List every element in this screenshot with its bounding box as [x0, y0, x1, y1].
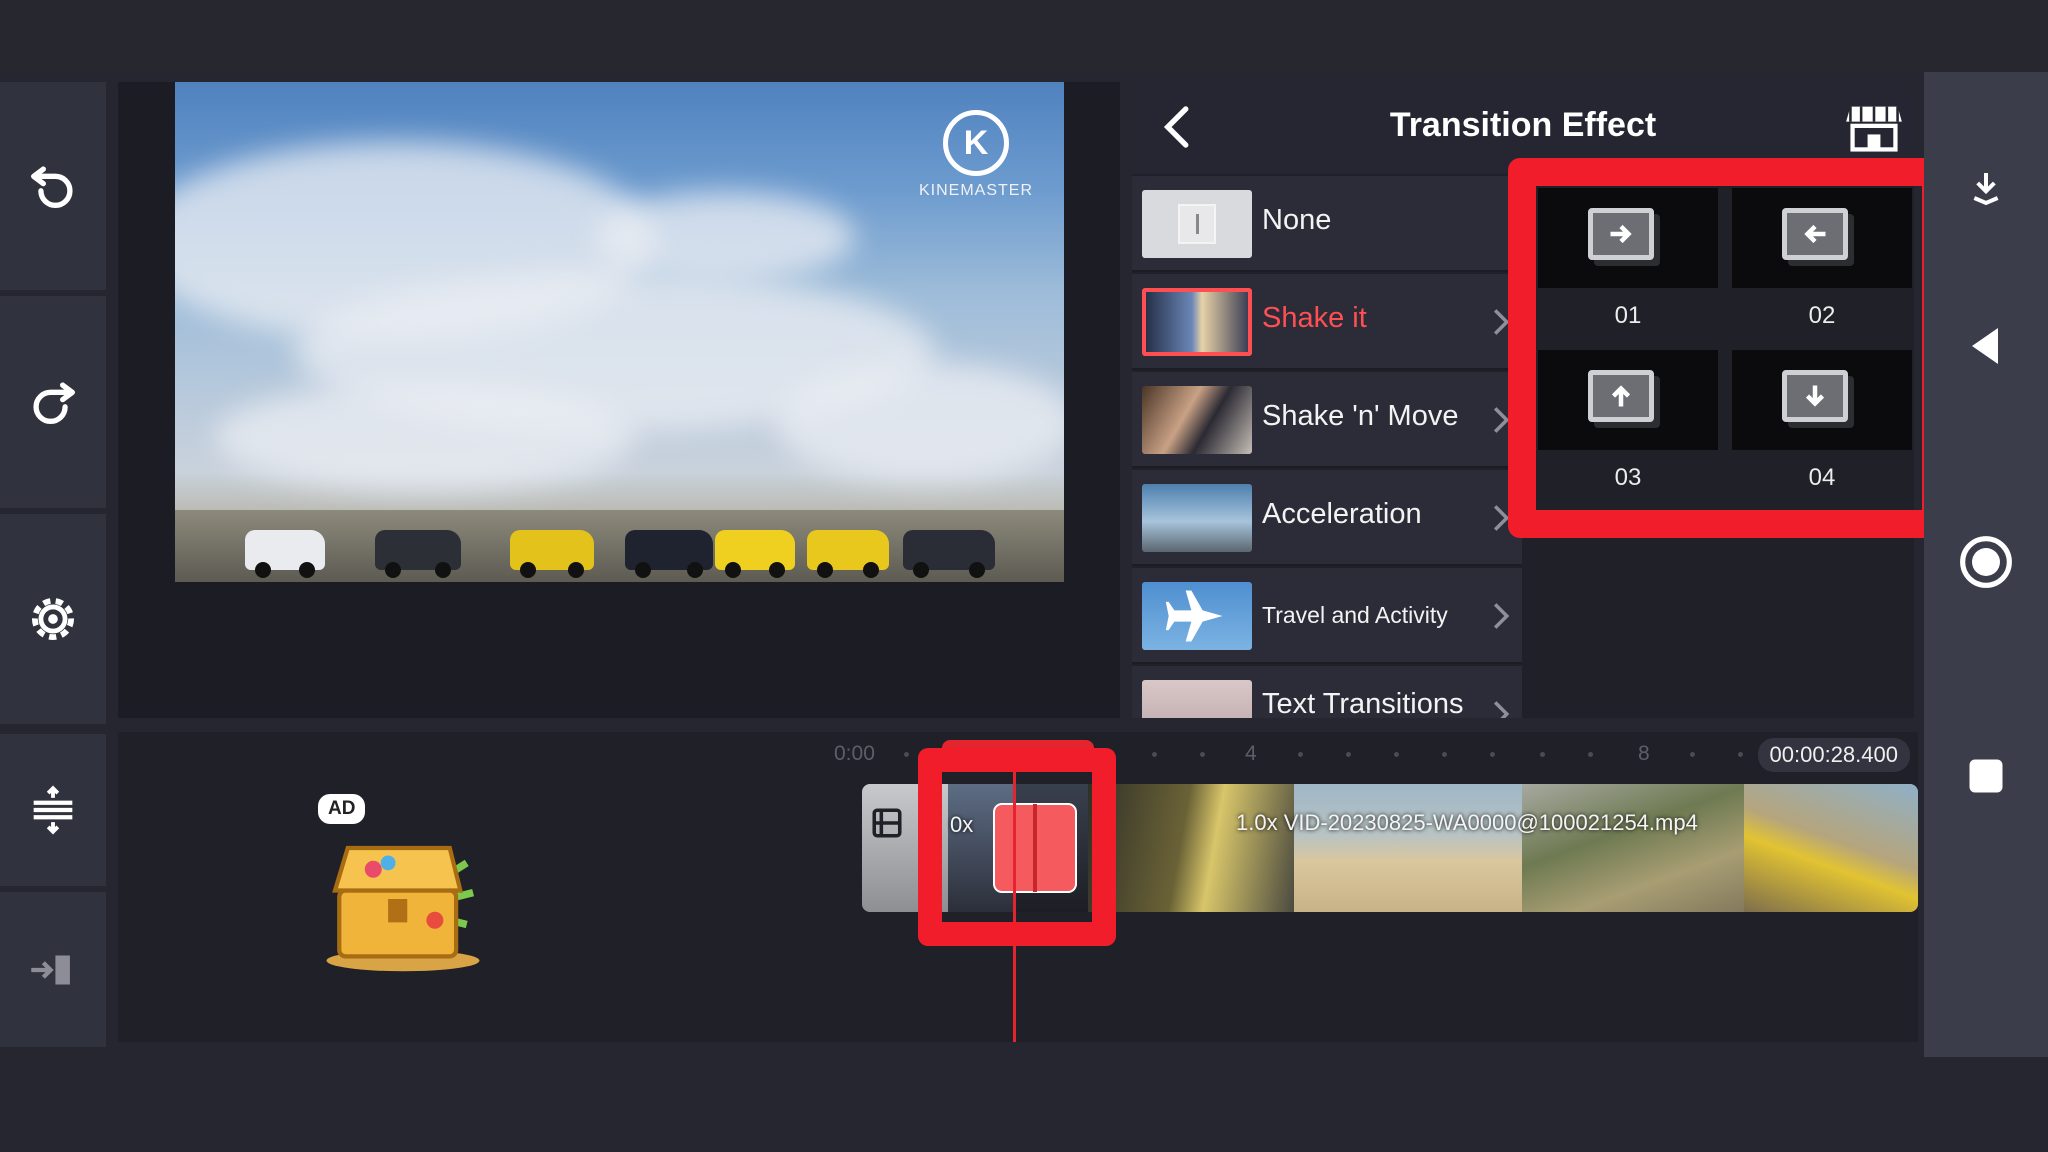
transition-highlight-annotation [918, 748, 1116, 946]
category-shake-it[interactable]: Shake it [1132, 274, 1522, 370]
settings-button[interactable] [0, 514, 106, 724]
ruler-tick [1298, 752, 1303, 757]
top-status-strip [0, 0, 2048, 72]
ground [175, 510, 1064, 582]
left-toolbar [0, 82, 108, 1047]
ruler-tick [1152, 752, 1157, 757]
redo-button[interactable] [0, 296, 106, 508]
collapse-down-icon [1973, 173, 1999, 206]
square-recents-icon [1969, 759, 2003, 793]
ruler-tick [1588, 752, 1593, 757]
store-icon [1846, 106, 1902, 152]
gear-icon [31, 597, 75, 641]
clip-filename: 1.0x VID-20230825-WA0000@100021254.mp4 [1236, 810, 1698, 835]
category-label: Shake 'n' Move [1262, 400, 1459, 432]
undo-icon [31, 166, 73, 208]
category-label: Shake it [1262, 302, 1367, 334]
nav-recents-button[interactable] [1956, 746, 2016, 806]
ad-reward-chest[interactable]: AD [318, 794, 518, 984]
timeline-layers-button[interactable] [0, 734, 106, 886]
transition-category-list: None Shake it Shake 'n' Move Acceleratio… [1132, 176, 1522, 718]
nav-home-button[interactable] [1956, 532, 2016, 592]
ruler-mark-8: 8 [1638, 742, 1650, 765]
chevron-right-icon [1493, 701, 1510, 718]
category-none[interactable]: None [1132, 176, 1522, 272]
chevron-right-icon [1493, 603, 1510, 629]
video-preview[interactable]: K KINEMASTER [175, 82, 1064, 582]
shake-it-thumbnail [1142, 288, 1252, 356]
clip-thumbnail-icon [872, 808, 902, 838]
category-label: Travel and Activity [1262, 602, 1448, 628]
category-label: None [1262, 204, 1332, 236]
acceleration-thumbnail [1142, 484, 1252, 552]
kinemaster-logo-icon: K [943, 110, 1009, 176]
ruler-tick [1346, 752, 1351, 757]
redo-icon [33, 382, 75, 424]
right-system-bar [1924, 72, 2048, 1057]
timecode-display: 00:00:28.400 [1757, 738, 1910, 772]
triangle-back-icon [1972, 328, 1998, 364]
preview-area: K KINEMASTER [118, 82, 1120, 718]
undo-button[interactable] [0, 82, 106, 290]
asset-store-button[interactable] [1844, 100, 1904, 156]
ruler-mark-4: 4 [1245, 742, 1257, 765]
kinemaster-watermark: K KINEMASTER [916, 110, 1036, 200]
ruler-tick [1540, 752, 1545, 757]
circle-home-icon [1960, 536, 2012, 588]
shake-n-move-thumbnail [1142, 386, 1252, 454]
treasure-chest-icon [326, 845, 480, 972]
ruler-tick [1690, 752, 1695, 757]
ruler-tick [1394, 752, 1399, 757]
ruler-tick [1200, 752, 1205, 757]
ruler-tick [1442, 752, 1447, 757]
layers-adjust-icon [33, 785, 73, 835]
options-highlight-annotation [1508, 158, 1950, 538]
airplane-icon [1165, 590, 1223, 642]
ad-badge: AD [318, 794, 366, 824]
travel-thumbnail [1142, 582, 1252, 650]
panel-title: Transition Effect [1389, 106, 1657, 144]
category-text-transitions[interactable]: Text Transitions [1132, 666, 1522, 718]
ruler-tick [904, 752, 909, 757]
category-label: Text Transitions [1262, 688, 1464, 718]
ruler-start-label: 0:00 [834, 742, 875, 765]
jump-to-start-button[interactable] [0, 892, 106, 1047]
ruler-tick [1490, 752, 1495, 757]
bottom-strip [0, 1062, 2048, 1152]
minimize-button[interactable] [1956, 158, 2016, 218]
text-transitions-thumbnail [1142, 680, 1252, 718]
nav-back-button[interactable] [1956, 316, 2016, 376]
jump-to-edge-icon [31, 955, 70, 984]
category-travel-and-activity[interactable]: Travel and Activity [1132, 568, 1522, 664]
category-shake-n-move[interactable]: Shake 'n' Move [1132, 372, 1522, 468]
category-label: Acceleration [1262, 498, 1422, 530]
watermark-text: KINEMASTER [918, 182, 1033, 199]
none-thumbnail [1142, 190, 1252, 258]
ruler-tick [1738, 752, 1743, 757]
category-acceleration[interactable]: Acceleration [1132, 470, 1522, 566]
